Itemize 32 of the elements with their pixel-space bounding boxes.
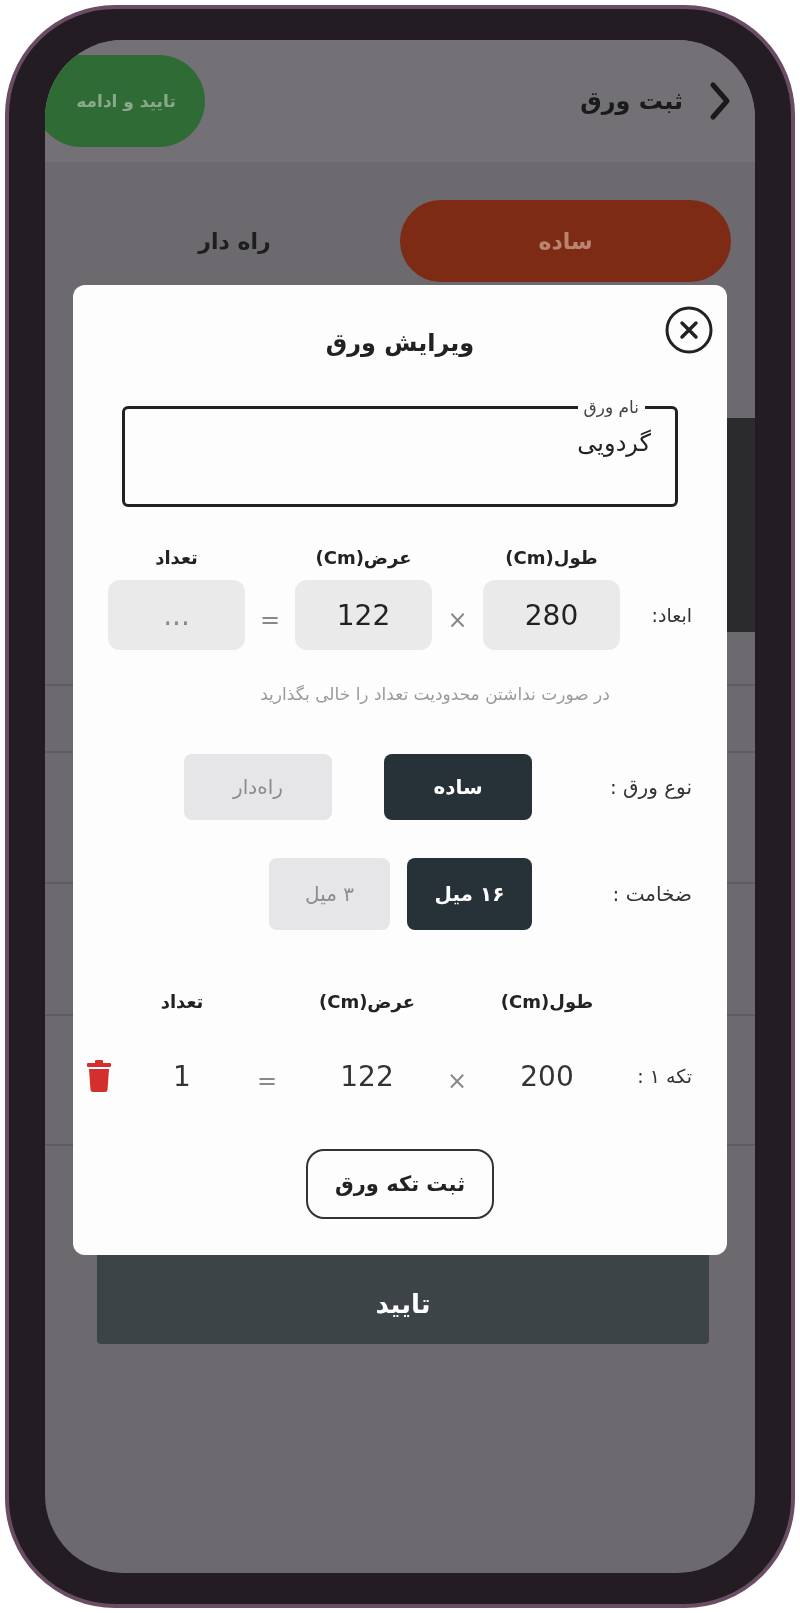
dimensions-label: ابعاد: <box>650 604 692 626</box>
equals-sign: = <box>256 1067 278 1095</box>
column-heading: تعداد <box>155 547 198 568</box>
column-heading: تعداد <box>160 991 204 1012</box>
input-field[interactable]: گردویی <box>149 429 651 457</box>
input-field[interactable]: 280 <box>483 580 620 650</box>
sheet-name-field[interactable]: نام ورق گردویی <box>122 397 678 507</box>
add-piece-button[interactable]: ثبت تکه ورق <box>306 1149 494 1219</box>
times-sign: × <box>446 1067 468 1095</box>
hint-text: در صورت نداشتن محدودیت تعداد را خالی بگذارید <box>259 684 611 704</box>
option-button[interactable]: ۱۶ میل <box>407 858 532 930</box>
input-field[interactable]: 122 <box>295 580 432 650</box>
piece-width: 122 <box>340 1059 394 1093</box>
thickness-label: ضخامت : <box>611 882 692 906</box>
column-heading: طول(Cm) <box>500 991 594 1012</box>
field-label: نام ورق <box>582 397 640 417</box>
delete-icon[interactable] <box>86 1060 112 1092</box>
column-heading: عرض(Cm) <box>315 547 412 568</box>
column-heading: طول(Cm) <box>505 547 598 568</box>
piece-count: 1 <box>173 1059 191 1093</box>
close-icon[interactable] <box>664 305 714 355</box>
piece-label: تکه ۱ : <box>636 1065 692 1087</box>
option-button[interactable]: ساده <box>384 754 532 820</box>
piece-length: 200 <box>520 1059 574 1093</box>
times-sign: × <box>447 606 468 634</box>
back-chevron-icon[interactable] <box>709 81 731 121</box>
input-field[interactable]: ... <box>108 580 245 650</box>
page-title: ثبت ورق <box>580 87 683 115</box>
sheet-type-label: نوع ورق : <box>608 775 692 799</box>
column-heading: عرض(Cm) <box>318 991 416 1012</box>
dialog-title: ویرایش ورق <box>325 329 475 357</box>
equals-sign: = <box>259 606 281 634</box>
